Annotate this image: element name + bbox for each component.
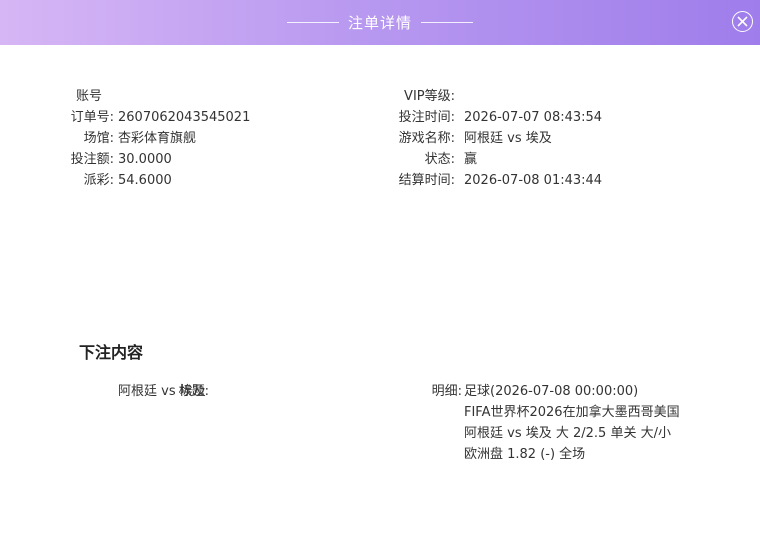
venue-label: 场馆: xyxy=(83,131,114,146)
close-button[interactable] xyxy=(732,11,753,32)
bet-amount-value: 30.0000 xyxy=(118,152,172,167)
settle-time-label: 结算时间: xyxy=(398,173,455,188)
bet-detail-line: 阿根廷 vs 埃及 大 2/2.5 单关 大/小 xyxy=(464,426,671,441)
bet-time-label: 投注时间: xyxy=(398,110,455,125)
title-divider-left xyxy=(286,22,339,23)
bet-time-value: 2026-07-07 08:43:54 xyxy=(464,110,603,125)
dialog-title-bar: 注单详情 xyxy=(0,0,760,45)
payout-label: 派彩: xyxy=(83,173,114,188)
venue-value: 杏彩体育旗舰 xyxy=(118,131,197,146)
order-no-label: 订单号: xyxy=(70,110,114,125)
order-no-value: 2607062043545021 xyxy=(118,110,251,125)
vip-level-label: VIP等级: xyxy=(404,89,455,104)
account-label: 账号 xyxy=(75,89,102,104)
dialog-title: 注单详情 xyxy=(347,14,412,32)
bet-detail-line: FIFA世界杯2026在加拿大墨西哥美国 xyxy=(464,405,680,420)
bet-content-heading: 下注内容 xyxy=(79,343,144,362)
status-label: 状态: xyxy=(424,152,455,167)
game-name-label: 游戏名称: xyxy=(398,131,455,146)
bet-detail-line: 足球(2026-07-08 00:00:00) xyxy=(464,384,639,399)
game-name-value: 阿根廷 vs 埃及 xyxy=(464,131,552,146)
status-value: 赢 xyxy=(464,152,478,167)
bet-title-value: 阿根廷 vs 埃及 xyxy=(118,384,206,399)
title-divider-right xyxy=(421,22,473,23)
payout-value: 54.6000 xyxy=(118,173,172,188)
bet-detail-line: 欧洲盘 1.82 (-) 全场 xyxy=(464,447,586,462)
bet-amount-label: 投注额: xyxy=(70,152,114,167)
close-icon xyxy=(737,16,748,27)
bet-detail-label: 明细: xyxy=(431,384,462,399)
settle-time-value: 2026-07-08 01:43:44 xyxy=(464,173,603,188)
